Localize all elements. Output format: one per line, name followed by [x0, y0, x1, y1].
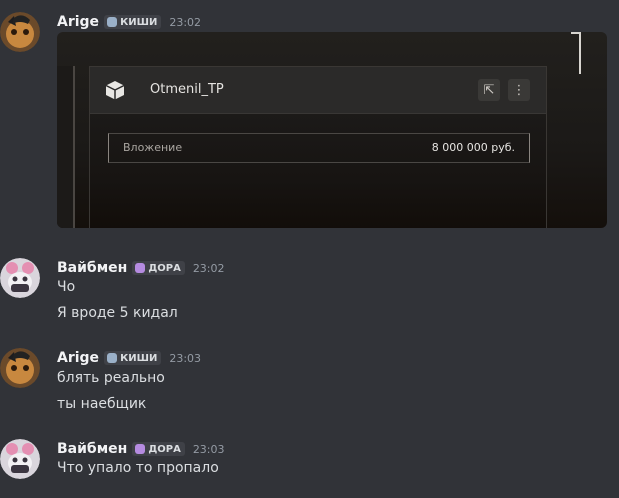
- timestamp[interactable]: 23:02: [169, 16, 201, 29]
- message-text: ты наебщик: [57, 396, 147, 412]
- username[interactable]: Arige: [57, 350, 99, 366]
- message-text: Чо: [57, 279, 76, 295]
- guild-tag[interactable]: КИШИ: [104, 15, 162, 29]
- timestamp[interactable]: 23:03: [169, 352, 201, 365]
- more-vertical-icon: ⋮: [508, 79, 530, 101]
- investment-row: Вложение 8 000 000 руб.: [108, 133, 530, 163]
- message-text: Я вроде 5 кидал: [57, 305, 178, 321]
- timestamp[interactable]: 23:03: [193, 443, 225, 456]
- guild-tag-label: КИШИ: [120, 16, 158, 28]
- guild-tag-label: ДОРА: [148, 443, 181, 455]
- message-header: Вайбмен ДОРА 23:02: [57, 258, 225, 278]
- message-header: Arige КИШИ 23:03: [57, 348, 201, 368]
- panel-title: Otmenil_TP: [150, 82, 224, 97]
- avatar[interactable]: [0, 439, 40, 479]
- username[interactable]: Вайбмен: [57, 260, 127, 276]
- message-text: Что упало то пропало: [57, 460, 219, 476]
- guild-tag-label: КИШИ: [120, 352, 158, 364]
- message-header: Arige КИШИ 23:02: [57, 12, 201, 32]
- image-embed[interactable]: Otmenil_TP ⇱ ⋮ Вложение 8 000 000 руб.: [57, 32, 607, 228]
- box-icon: [105, 81, 125, 100]
- guild-tag[interactable]: ДОРА: [132, 442, 185, 456]
- guild-tag[interactable]: ДОРА: [132, 261, 185, 275]
- avatar[interactable]: [0, 258, 40, 298]
- avatar[interactable]: [0, 348, 40, 388]
- guild-tag[interactable]: КИШИ: [104, 351, 162, 365]
- skull-icon: [107, 17, 118, 27]
- skull-purple-icon: [135, 263, 146, 273]
- username[interactable]: Arige: [57, 14, 99, 30]
- message-text: блять реально: [57, 370, 165, 386]
- frame-left: [57, 66, 75, 228]
- investment-value: 8 000 000 руб.: [431, 141, 515, 154]
- guild-tag-label: ДОРА: [148, 262, 181, 274]
- business-panel: Otmenil_TP ⇱ ⋮ Вложение 8 000 000 руб.: [89, 66, 547, 228]
- frame-corner: [571, 32, 581, 74]
- username[interactable]: Вайбмен: [57, 441, 127, 457]
- skull-purple-icon: [135, 444, 146, 454]
- avatar[interactable]: [0, 12, 40, 52]
- timestamp[interactable]: 23:02: [193, 262, 225, 275]
- skull-icon: [107, 353, 118, 363]
- panel-header: Otmenil_TP ⇱ ⋮: [90, 67, 546, 114]
- investment-label: Вложение: [123, 141, 183, 154]
- external-link-icon: ⇱: [478, 79, 500, 101]
- message-header: Вайбмен ДОРА 23:03: [57, 439, 225, 459]
